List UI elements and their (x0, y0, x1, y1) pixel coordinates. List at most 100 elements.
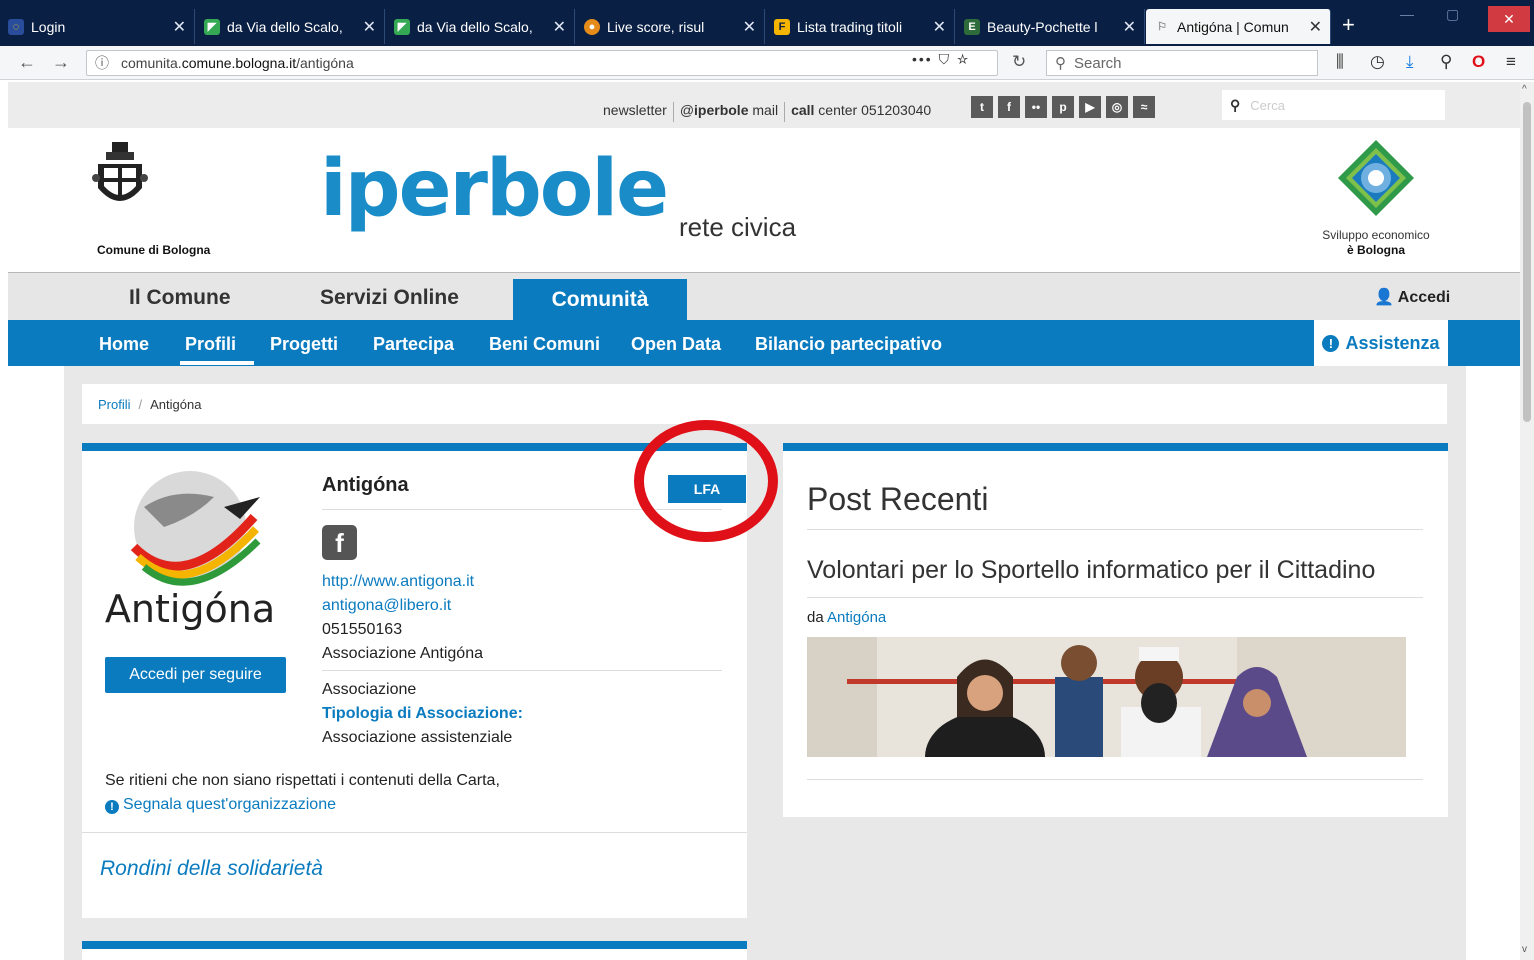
newsletter-link[interactable]: newsletter (603, 102, 667, 122)
reload-icon[interactable]: ↻ (1012, 52, 1026, 72)
browser-navbar: ← → ⓘ comunita. comune.bologna.it/antigón… (0, 46, 1534, 80)
org-name: Antigóna (322, 474, 409, 496)
new-tab-icon[interactable]: + (1342, 12, 1355, 38)
info-icon[interactable]: ⓘ (95, 53, 109, 73)
divider (807, 597, 1423, 598)
author-link[interactable]: Antigóna (827, 609, 886, 626)
instagram-icon[interactable]: ◎ (1106, 96, 1128, 118)
browser-tab-active[interactable]: ⚐ Antigóna | Comun ✕ (1146, 9, 1331, 44)
report-link[interactable]: ! Segnala quest'organizzazione (105, 796, 336, 814)
scroll-down-icon[interactable]: v (1522, 944, 1527, 955)
search-icon[interactable]: ⚲ (1230, 97, 1240, 114)
next-card (82, 941, 747, 960)
sub-menu-partecipa[interactable]: Partecipa (373, 334, 454, 355)
youtube-icon[interactable]: ▶ (1079, 96, 1101, 118)
browser-tab[interactable]: ◤ da Via dello Scalo, ✕ (196, 9, 385, 44)
breadcrumb: Profili / Antigóna (82, 384, 1447, 424)
sub-menu-beni-comuni[interactable]: Beni Comuni (489, 334, 600, 355)
main-menu-il-comune[interactable]: Il Comune (129, 286, 231, 310)
follow-button[interactable]: Accedi per seguire (105, 657, 286, 693)
close-icon[interactable]: ✕ (1123, 17, 1136, 37)
page-scrollbar[interactable]: ^ v (1520, 82, 1534, 960)
history-icon[interactable]: ◷ (1370, 52, 1385, 72)
assistenza-button[interactable]: ! Assistenza (1314, 320, 1448, 366)
call-center-link[interactable]: call center 051203040 (791, 102, 931, 122)
logo-text: Antigóna (105, 587, 275, 631)
divider (807, 529, 1423, 530)
utility-links: newsletter @iperbole mail call center 05… (603, 102, 931, 122)
org-type: Associazione (322, 681, 417, 698)
main-menu-servizi-online[interactable]: Servizi Online (320, 286, 459, 310)
sviluppo-economico-logo[interactable] (1336, 138, 1416, 218)
login-link[interactable]: 👤 Accedi (1374, 287, 1450, 307)
pinterest-icon[interactable]: p (1052, 96, 1074, 118)
scroll-thumb[interactable] (1523, 102, 1531, 422)
social-links: t f •• p ▶ ◎ ≈ (971, 96, 1155, 118)
globe-icon: ◌ (8, 18, 24, 35)
close-icon[interactable]: ✕ (933, 17, 946, 37)
sviluppo-label: Sviluppo economico è Bologna (1322, 228, 1430, 257)
browser-tab[interactable]: ● Live score, risul ✕ (576, 9, 765, 44)
email-link[interactable]: antigona@libero.it (322, 597, 451, 615)
browser-tab[interactable]: ◤ da Via dello Scalo, ✕ (386, 9, 575, 44)
full-name: Associazione Antigóna (322, 645, 483, 662)
close-icon[interactable]: ✕ (363, 17, 376, 37)
category-label: Tipologia di Associazione: (322, 705, 523, 722)
sub-menu-profili[interactable]: Profili (185, 334, 236, 355)
website-link[interactable]: http://www.antigona.it (322, 573, 474, 591)
forward-icon[interactable]: → (52, 52, 70, 73)
page-actions-icon[interactable]: ••• ⛉ ☆ (912, 51, 970, 68)
iperbole-mail-link[interactable]: @iperbole mail (680, 102, 778, 122)
back-icon[interactable]: ← (18, 52, 36, 73)
sub-menu-bilancio[interactable]: Bilancio partecipativo (755, 334, 942, 355)
bookmark-star-icon[interactable]: ☆ (957, 51, 970, 67)
highlight-circle (634, 420, 778, 542)
site-search-input[interactable] (1250, 97, 1431, 113)
sub-menu-progetti[interactable]: Progetti (270, 334, 338, 355)
active-indicator (180, 361, 254, 365)
download-icon[interactable]: ⤓ (1406, 52, 1414, 72)
recent-posts-card: Post Recenti Volontari per lo Sportello … (783, 443, 1448, 817)
f-icon: F (774, 18, 790, 35)
browser-search-input[interactable]: ⚲ Search (1046, 50, 1318, 76)
mute-close-icon[interactable]: ✕ (743, 17, 756, 37)
sub-menu-home[interactable]: Home (99, 334, 149, 355)
minimize-icon[interactable]: — (1400, 6, 1414, 22)
main-menu-comunita[interactable]: Comunità (513, 279, 687, 321)
browser-tab[interactable]: ◌ Login ✕ (0, 9, 195, 44)
iperbole-logo[interactable]: iperbole (320, 150, 669, 228)
flickr-icon[interactable]: •• (1025, 96, 1047, 118)
project-card: Rondini della solidarietà (82, 832, 747, 918)
search-icon: ⚲ (1055, 55, 1066, 72)
facebook-icon[interactable]: f (322, 525, 357, 560)
e-icon: E (964, 18, 980, 35)
breadcrumb-profili[interactable]: Profili (98, 397, 131, 412)
rss-icon[interactable]: ≈ (1133, 96, 1155, 118)
post-image[interactable] (807, 637, 1406, 757)
browser-tab[interactable]: F Lista trading titoli ✕ (766, 9, 955, 44)
bologna-crest-logo[interactable] (92, 142, 148, 214)
info-icon: ! (105, 800, 119, 814)
opera-icon[interactable]: O (1472, 52, 1485, 72)
scroll-up-icon[interactable]: ^ (1522, 84, 1527, 95)
maximize-icon[interactable]: ▢ (1446, 6, 1459, 23)
browser-tab[interactable]: E Beauty-Pochette l ✕ (956, 9, 1145, 44)
window-close-icon[interactable]: ✕ (1488, 6, 1530, 32)
close-icon[interactable]: ✕ (553, 17, 566, 37)
post-heading[interactable]: Volontari per lo Sportello informatico p… (807, 556, 1375, 585)
facebook-icon[interactable]: f (998, 96, 1020, 118)
twitter-icon[interactable]: t (971, 96, 993, 118)
utility-bar: newsletter @iperbole mail call center 05… (8, 82, 1520, 128)
project-link[interactable]: Rondini della solidarietà (100, 857, 323, 881)
menu-icon[interactable]: ≡ (1506, 52, 1516, 72)
zoom-icon[interactable]: ⚲ (1440, 52, 1452, 72)
pocket-icon[interactable]: ⛉ (939, 51, 952, 67)
web-page: newsletter @iperbole mail call center 05… (8, 82, 1520, 960)
close-icon[interactable]: ✕ (1309, 17, 1322, 37)
close-icon[interactable]: ✕ (173, 17, 186, 37)
library-icon[interactable]: ⫼ (1336, 52, 1344, 72)
category-value: Associazione assistenziale (322, 729, 513, 746)
info-icon: ! (1322, 334, 1340, 352)
url-bar[interactable]: ⓘ comunita. comune.bologna.it/antigóna (86, 50, 998, 76)
sub-menu-open-data[interactable]: Open Data (631, 334, 721, 355)
